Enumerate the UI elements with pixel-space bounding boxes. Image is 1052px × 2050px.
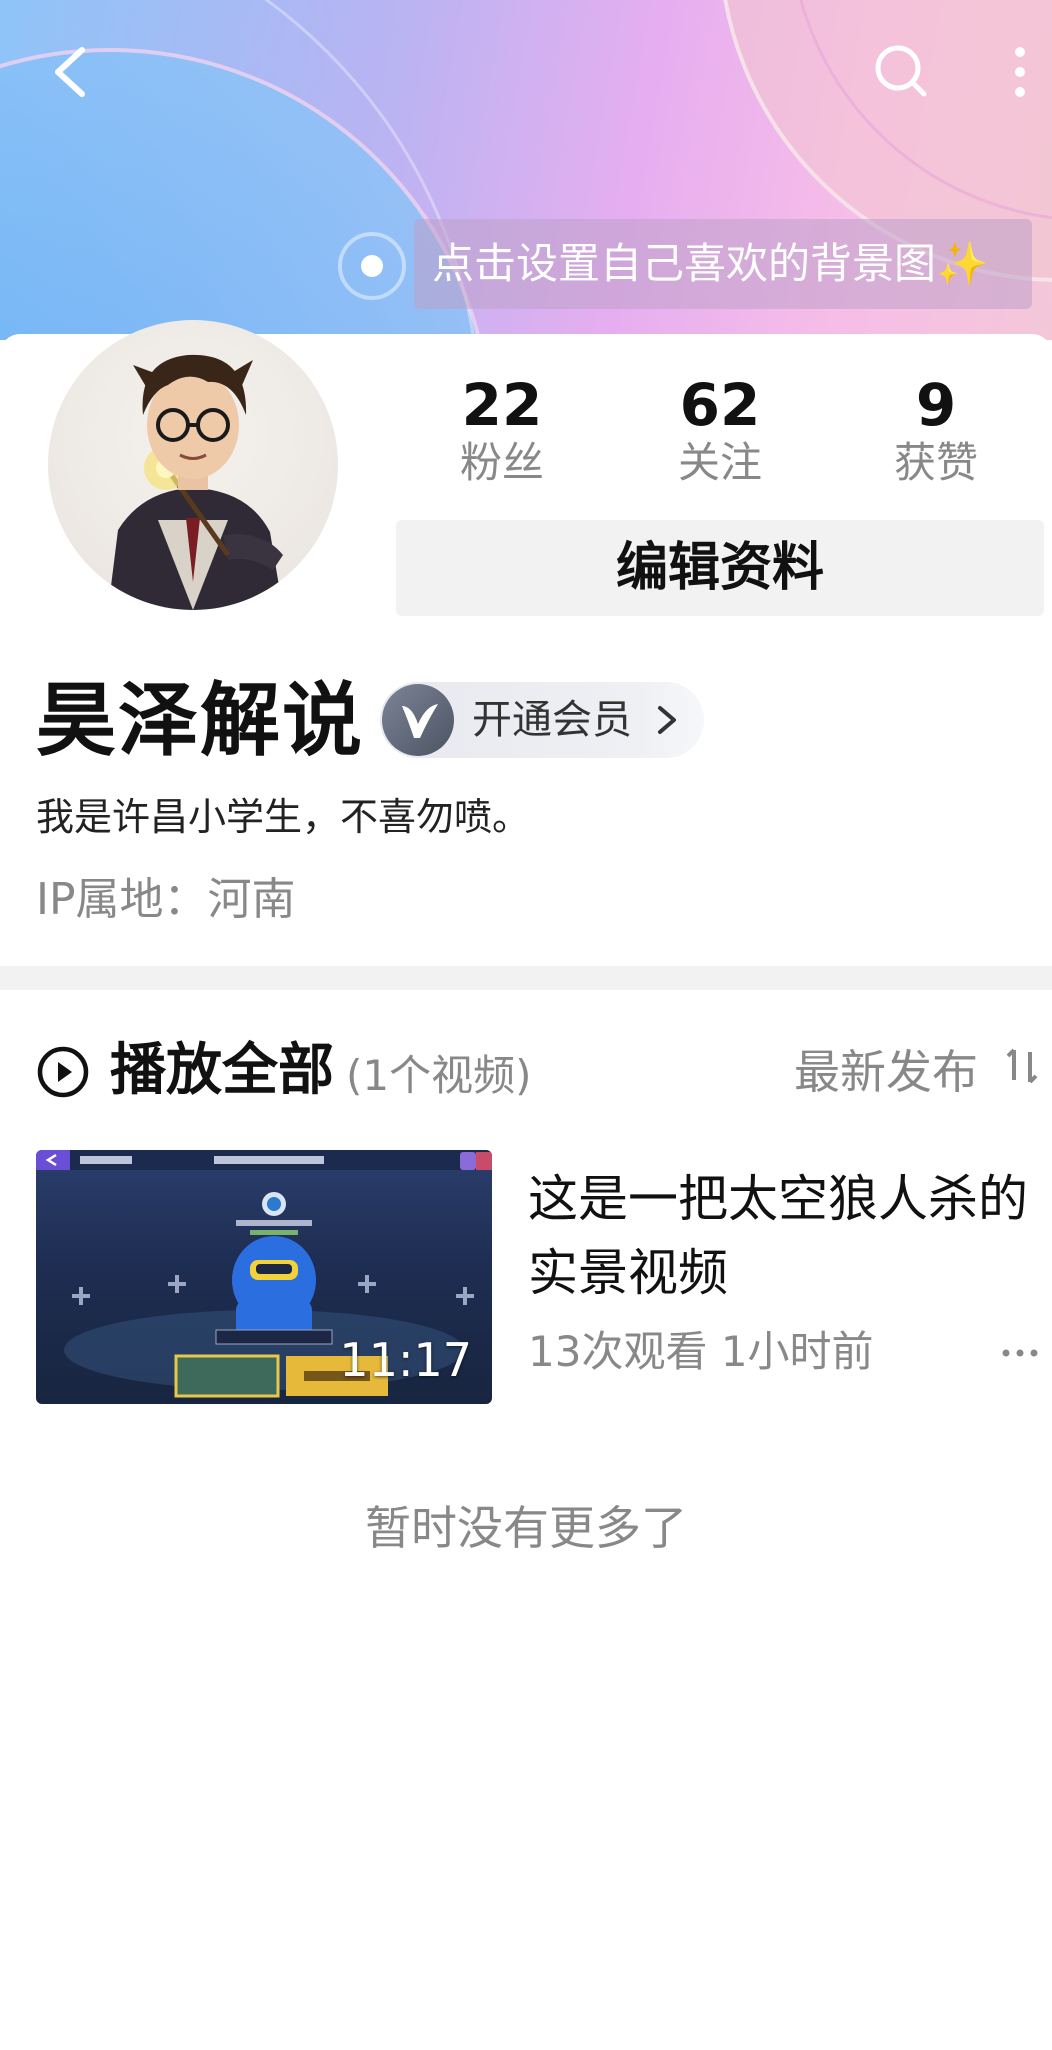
stat-following[interactable]: 62 关注: [630, 372, 810, 488]
profile-banner[interactable]: 点击设置自己喜欢的背景图✨: [0, 0, 1052, 340]
sort-icon: [1006, 1048, 1038, 1084]
end-of-list-text: 暂时没有更多了: [365, 1501, 687, 1555]
sort-button[interactable]: 最新发布: [794, 1042, 1038, 1102]
video-title[interactable]: 这是一把太空狼人杀的实景视频: [528, 1162, 1038, 1310]
more-vertical-icon: [1015, 47, 1025, 97]
stat-followers[interactable]: 22 粉丝: [412, 372, 592, 488]
video-meta: 13次观看 1小时前: [528, 1322, 874, 1382]
back-button[interactable]: [44, 36, 100, 108]
stat-label: 关注: [677, 438, 762, 487]
chevron-left-icon: [55, 47, 85, 97]
set-background-icon[interactable]: [338, 232, 406, 300]
video-time-ago: 1小时前: [720, 1327, 874, 1376]
avatar-illustration: [108, 354, 283, 610]
stat-likes[interactable]: 9 获赞: [846, 372, 1026, 488]
video-views: 13次观看: [528, 1327, 708, 1376]
more-horizontal-icon[interactable]: [1000, 1338, 1040, 1368]
play-all-label: 播放全部: [110, 1038, 334, 1103]
play-circle-icon: [37, 1046, 89, 1098]
video-thumbnail[interactable]: 11:17: [36, 1150, 492, 1404]
stat-label: 粉丝: [459, 438, 544, 487]
profile-bio: 我是许昌小学生，不喜勿喷。: [36, 795, 531, 839]
stat-label: 获赞: [893, 438, 978, 487]
stat-value: 62: [679, 371, 761, 439]
chevron-right-icon: [658, 706, 676, 734]
sort-label: 最新发布: [794, 1045, 978, 1099]
edit-profile-button[interactable]: 编辑资料: [396, 520, 1044, 616]
section-divider: [0, 966, 1052, 990]
vip-label: 开通会员: [472, 697, 632, 743]
ip-location: IP属地：河南: [36, 874, 296, 925]
vip-logo-icon: [382, 684, 454, 756]
video-duration: 11:17: [339, 1333, 472, 1387]
profile-name: 昊泽解说: [36, 674, 364, 767]
set-background-hint[interactable]: 点击设置自己喜欢的背景图✨: [414, 219, 1032, 309]
stat-value: 9: [915, 371, 957, 439]
video-list-item[interactable]: 11:17 这是一把太空狼人杀的实景视频 13次观看 1小时前: [36, 1150, 1046, 1404]
stat-value: 22: [461, 371, 543, 439]
vip-membership-button[interactable]: 开通会员: [380, 682, 704, 758]
more-options-button[interactable]: [1000, 36, 1040, 108]
search-icon: [875, 45, 927, 97]
video-count: (1个视频): [346, 1051, 532, 1100]
avatar[interactable]: [48, 320, 338, 610]
search-button[interactable]: [868, 36, 932, 108]
